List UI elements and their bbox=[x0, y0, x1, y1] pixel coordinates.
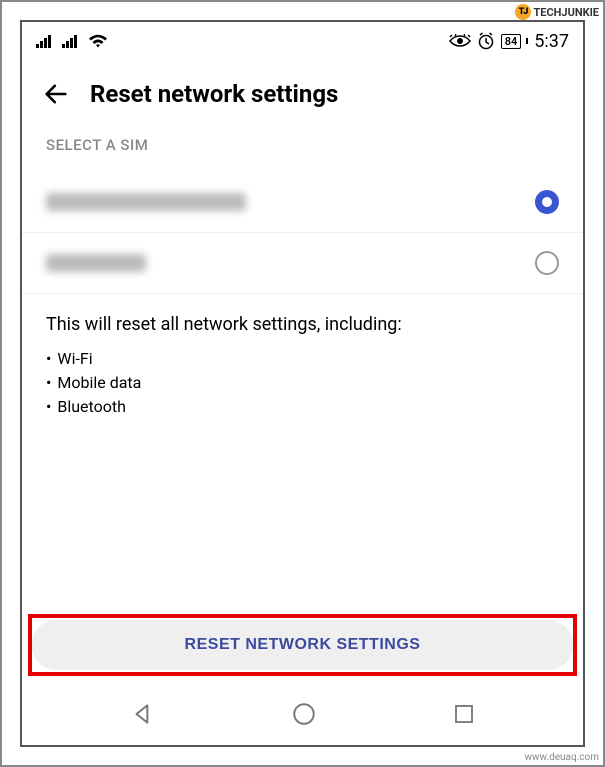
description-list: Wi-Fi Mobile data Bluetooth bbox=[46, 347, 559, 419]
watermark-tj-text: TECHJUNKIE bbox=[533, 6, 599, 19]
list-item: Bluetooth bbox=[46, 395, 559, 419]
list-item: Wi-Fi bbox=[46, 347, 559, 371]
sim-1-label-blurred bbox=[46, 193, 246, 211]
back-arrow-icon[interactable] bbox=[42, 80, 70, 108]
sim-2-label-blurred bbox=[46, 254, 146, 272]
radio-unchecked-icon[interactable] bbox=[535, 251, 559, 275]
battery-icon: 84 bbox=[501, 34, 522, 49]
status-bar: 84 5:37 bbox=[22, 22, 583, 56]
battery-tip-icon bbox=[526, 38, 528, 44]
select-sim-label: SELECT A SIM bbox=[22, 136, 583, 172]
navigation-bar bbox=[22, 684, 583, 745]
wifi-icon bbox=[88, 34, 108, 49]
list-item: Mobile data bbox=[46, 371, 559, 395]
battery-text: 84 bbox=[505, 35, 518, 48]
page-title: Reset network settings bbox=[90, 80, 338, 108]
page-header: Reset network settings bbox=[22, 56, 583, 136]
radio-checked-icon[interactable] bbox=[535, 190, 559, 214]
reset-button-container: RESET NETWORK SETTINGS bbox=[22, 612, 583, 684]
sim-option-2[interactable] bbox=[22, 233, 583, 294]
description-intro: This will reset all network settings, in… bbox=[46, 314, 559, 335]
nav-recent-icon[interactable] bbox=[452, 702, 476, 726]
status-time: 5:37 bbox=[534, 31, 569, 52]
alarm-icon bbox=[477, 32, 495, 50]
nav-home-icon[interactable] bbox=[291, 701, 317, 727]
sim-option-1[interactable] bbox=[22, 172, 583, 233]
phone-frame: 84 5:37 Reset network settings SELECT A … bbox=[20, 20, 585, 747]
signal-1-icon bbox=[36, 34, 54, 48]
nav-back-icon[interactable] bbox=[130, 701, 156, 727]
signal-2-icon bbox=[62, 34, 80, 48]
watermark-deuaq: www.deuaq.com bbox=[525, 752, 600, 763]
watermark-techjunkie: TJ TECHJUNKIE bbox=[511, 2, 603, 22]
tj-logo-icon: TJ bbox=[515, 4, 531, 20]
eye-icon bbox=[449, 34, 471, 48]
reset-network-settings-button[interactable]: RESET NETWORK SETTINGS bbox=[32, 620, 573, 670]
description-block: This will reset all network settings, in… bbox=[22, 294, 583, 427]
